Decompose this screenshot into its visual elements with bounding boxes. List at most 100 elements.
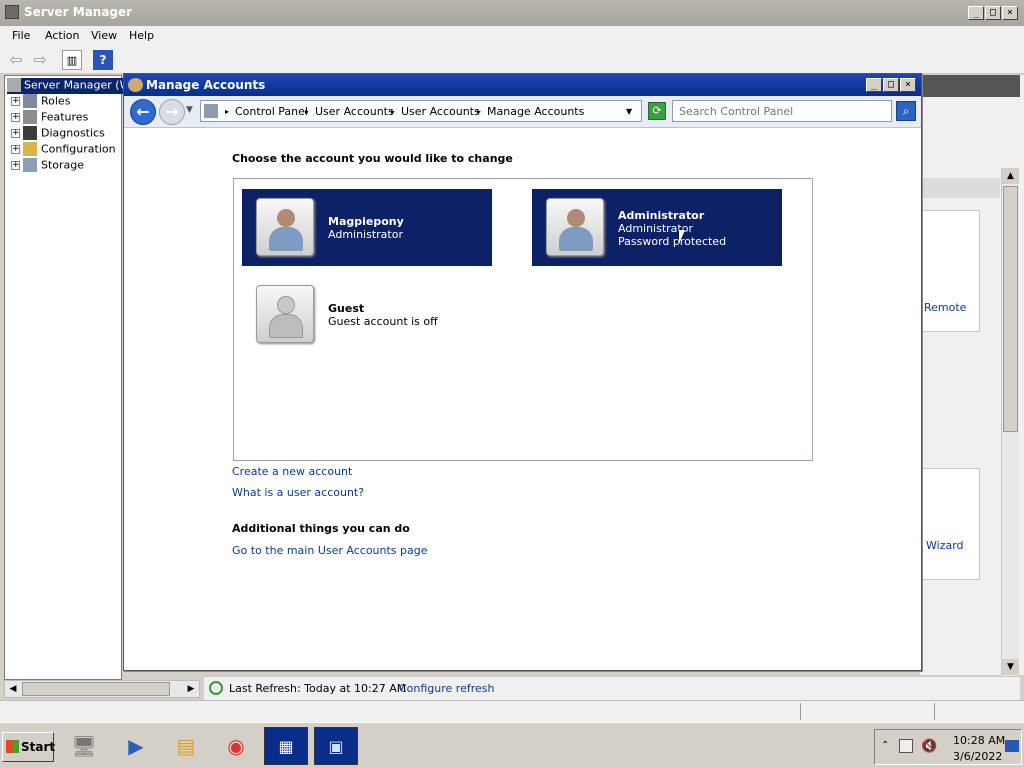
tree-item-label: Roles xyxy=(41,94,71,108)
refresh-icon[interactable]: ⟳ xyxy=(648,102,666,120)
show-desktop-icon[interactable] xyxy=(1005,740,1019,752)
last-refresh-text: Last Refresh: Today at 10:27 AM xyxy=(229,682,407,695)
powershell-taskbar-icon[interactable]: ▶ xyxy=(114,727,158,765)
expand-icon[interactable]: + xyxy=(11,112,20,122)
minimize-button[interactable]: _ xyxy=(968,6,984,20)
menu-file[interactable]: File xyxy=(12,29,30,42)
guest-avatar-icon xyxy=(256,285,314,343)
search-box[interactable] xyxy=(672,100,892,122)
chrome-taskbar-icon[interactable]: ◉ xyxy=(214,727,258,765)
account-tile-magpiepony[interactable]: Magpiepony Administrator xyxy=(242,189,492,266)
menu-view[interactable]: View xyxy=(91,29,117,42)
volume-muted-icon[interactable]: 🔇 xyxy=(921,739,937,754)
account-name: Guest xyxy=(328,302,365,315)
vertical-scrollbar[interactable]: ▲ ▼ xyxy=(1001,168,1019,676)
system-tray: ⌃ 🔇 10:28 AM 3/6/2022 xyxy=(874,729,1022,765)
navigation-tree: Server Manager (W + Roles + Features + Diag… xyxy=(4,75,125,680)
forward-arrow-icon[interactable]: ⇨ xyxy=(30,50,50,70)
chevron-right-icon[interactable]: ▸ xyxy=(391,107,395,116)
show-hide-tree-icon[interactable]: ▥ xyxy=(62,50,82,70)
manage-accounts-titlebar: Manage Accounts _ □ × xyxy=(124,74,921,96)
roles-icon xyxy=(23,94,37,108)
control-panel-taskbar-icon[interactable]: ▣ xyxy=(314,727,358,765)
what-is-user-account-link[interactable]: What is a user account? xyxy=(232,486,364,499)
tree-item-roles[interactable]: + Roles xyxy=(11,94,70,110)
tree-item-configuration[interactable]: + Configuration xyxy=(11,142,116,158)
section-header xyxy=(922,178,1000,198)
main-user-accounts-link[interactable]: Go to the main User Accounts page xyxy=(232,544,428,557)
menu-help[interactable]: Help xyxy=(129,29,154,42)
mouse-cursor-icon xyxy=(679,230,691,244)
dialog-maximize-button[interactable]: □ xyxy=(883,78,899,92)
scroll-left-icon[interactable]: ◀ xyxy=(5,681,21,697)
address-bar[interactable]: ▸ Control Panel ▸ User Accounts ▸ User A… xyxy=(200,100,642,122)
window-taskbar-icon[interactable]: ▦ xyxy=(264,727,308,765)
tree-item-label: Storage xyxy=(41,158,85,172)
scroll-thumb[interactable] xyxy=(22,682,170,696)
account-type: Administrator xyxy=(328,228,403,241)
dialog-close-button[interactable]: × xyxy=(900,78,916,92)
dialog-minimize-button[interactable]: _ xyxy=(866,78,882,92)
control-panel-icon xyxy=(204,104,218,118)
tree-root-label: Server Manager (W xyxy=(24,78,125,92)
menu-bar: File Action View Help xyxy=(0,26,1024,46)
expand-icon[interactable]: + xyxy=(11,160,20,170)
close-button[interactable]: × xyxy=(1002,6,1018,20)
menu-action[interactable]: Action xyxy=(45,29,79,42)
back-button[interactable]: ← xyxy=(130,99,156,125)
search-icon[interactable]: ⌕ xyxy=(896,101,916,121)
account-name: Magpiepony xyxy=(328,215,404,228)
tree-item-storage[interactable]: + Storage xyxy=(11,158,84,174)
server-manager-taskbar-icon[interactable]: 🖥 xyxy=(62,727,106,765)
wizard-link[interactable]: Wizard xyxy=(926,539,964,552)
start-label: Start xyxy=(21,740,56,754)
forward-button[interactable]: → xyxy=(159,99,185,125)
expand-icon[interactable]: + xyxy=(11,128,20,138)
clock-time[interactable]: 10:28 AM xyxy=(953,734,1005,747)
search-input[interactable] xyxy=(677,102,887,120)
chevron-up-icon[interactable]: ⌃ xyxy=(881,740,889,751)
configure-refresh-link[interactable]: Configure refresh xyxy=(399,682,494,695)
account-tile-administrator[interactable]: Administrator Administrator Password pro… xyxy=(532,189,782,266)
account-tile-guest[interactable]: Guest Guest account is off xyxy=(242,276,492,353)
breadcrumb-manage-accounts[interactable]: Manage Accounts xyxy=(487,105,584,118)
refresh-status-bar: Last Refresh: Today at 10:27 AM Configur… xyxy=(204,676,1020,700)
back-arrow-icon[interactable]: ⇦ xyxy=(6,50,26,70)
accounts-list: Magpiepony Administrator Administrator A… xyxy=(233,178,813,461)
explorer-taskbar-icon[interactable]: ▤ xyxy=(164,727,208,765)
status-divider xyxy=(934,703,935,720)
clock-date[interactable]: 3/6/2022 xyxy=(953,750,1002,763)
chevron-right-icon[interactable]: ▸ xyxy=(305,107,309,116)
choose-account-heading: Choose the account you would like to cha… xyxy=(232,152,513,165)
breadcrumb-control-panel[interactable]: Control Panel xyxy=(235,105,308,118)
chevron-right-icon[interactable]: ▸ xyxy=(225,107,229,116)
server-icon xyxy=(7,78,21,92)
tree-item-features[interactable]: + Features xyxy=(11,110,88,126)
remote-link[interactable]: Remote xyxy=(924,301,966,314)
manage-accounts-window: Manage Accounts _ □ × ← → ▼ ▸ Control Pa… xyxy=(123,73,922,671)
scroll-thumb[interactable] xyxy=(1003,186,1018,432)
tree-root-server-manager[interactable]: Server Manager (W xyxy=(7,78,125,94)
help-icon[interactable]: ? xyxy=(93,50,113,70)
status-bar xyxy=(0,700,1024,722)
chevron-right-icon[interactable]: ▸ xyxy=(477,107,481,116)
horizontal-scrollbar[interactable]: ◀ ▶ xyxy=(4,680,200,698)
maximize-button[interactable]: □ xyxy=(985,6,1001,20)
network-icon[interactable] xyxy=(899,739,913,753)
create-account-link[interactable]: Create a new account xyxy=(232,465,352,478)
user-avatar-icon xyxy=(256,198,314,256)
tree-item-diagnostics[interactable]: + Diagnostics xyxy=(11,126,105,142)
breadcrumb-user-accounts[interactable]: User Accounts xyxy=(315,105,394,118)
scroll-right-icon[interactable]: ▶ xyxy=(183,681,199,697)
address-dropdown-icon[interactable]: ▼ xyxy=(626,107,632,116)
start-button[interactable]: Start xyxy=(2,732,56,762)
scroll-up-icon[interactable]: ▲ xyxy=(1002,168,1019,184)
tree-item-label: Features xyxy=(41,110,89,124)
recent-pages-dropdown-icon[interactable]: ▼ xyxy=(186,105,193,115)
status-divider xyxy=(800,703,801,720)
expand-icon[interactable]: + xyxy=(11,144,20,154)
breadcrumb-user-accounts-2[interactable]: User Accounts xyxy=(401,105,480,118)
navigation-bar: ← → ▼ ▸ Control Panel ▸ User Accounts ▸ … xyxy=(124,96,921,128)
scroll-down-icon[interactable]: ▼ xyxy=(1002,659,1019,675)
expand-icon[interactable]: + xyxy=(11,96,20,106)
